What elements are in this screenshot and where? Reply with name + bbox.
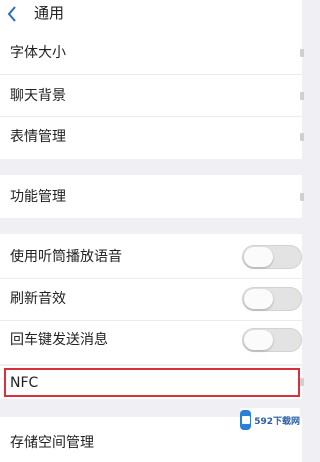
row-label-chat-background: 聊天背景: [10, 88, 66, 104]
divider: [0, 74, 302, 75]
chevron-right-icon: [300, 49, 304, 57]
toggle-earpiece-play[interactable]: [242, 245, 302, 269]
row-label-font-size: 字体大小: [10, 45, 66, 61]
row-feature-manage[interactable]: 功能管理: [0, 175, 304, 218]
toggle-refresh-sound[interactable]: [242, 287, 302, 311]
page-title: 通用: [34, 4, 65, 22]
toggle-knob: [244, 247, 273, 267]
settings-general-page: 通用 字体大小 聊天背景 表情管理 功能管理 使用听筒播放语音 刷新音效 回车键…: [0, 0, 304, 462]
toggle-knob: [244, 289, 273, 309]
chevron-right-icon: [300, 378, 304, 386]
row-label-feature-manage: 功能管理: [10, 189, 66, 205]
group-display: 字体大小 聊天背景 表情管理: [0, 32, 304, 159]
row-label-storage-manage: 存储空间管理: [10, 435, 94, 451]
watermark-logo-icon: [240, 410, 252, 430]
watermark-text: 592下载网: [254, 416, 300, 427]
chevron-right-icon: [300, 133, 304, 141]
divider: [0, 320, 302, 321]
row-label-enter-send: 回车键发送消息: [10, 332, 108, 348]
chevron-left-icon: [7, 6, 16, 22]
chevron-right-icon: [300, 92, 304, 100]
toggle-enter-send[interactable]: [242, 328, 302, 352]
divider: [0, 278, 302, 279]
nav-bar: 通用: [0, 0, 302, 32]
row-label-earpiece-play: 使用听筒播放语音: [10, 249, 122, 265]
chevron-right-icon: [300, 193, 304, 201]
row-label-emoji-manage: 表情管理: [10, 129, 66, 145]
row-label-refresh-sound: 刷新音效: [10, 291, 66, 307]
group-message-options: 使用听筒播放语音 刷新音效 回车键发送消息: [0, 234, 302, 364]
watermark: 592下载网: [240, 408, 300, 432]
toggle-knob: [244, 330, 273, 350]
nfc-highlight-frame: [4, 368, 300, 397]
divider: [0, 116, 302, 117]
back-button[interactable]: [4, 0, 26, 28]
